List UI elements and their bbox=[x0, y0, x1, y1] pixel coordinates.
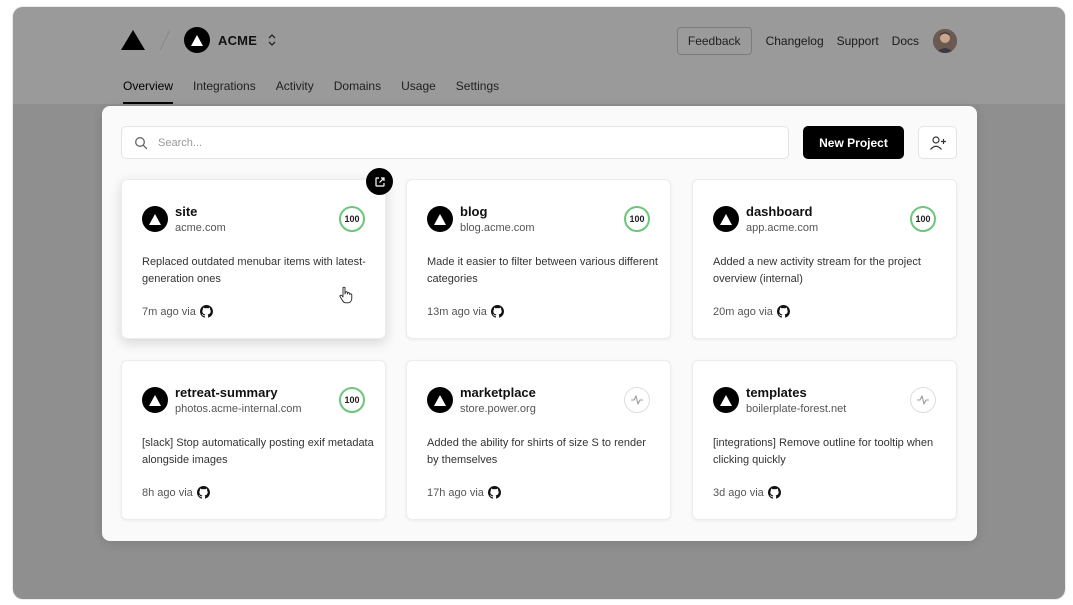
feedback-button[interactable]: Feedback bbox=[677, 27, 752, 55]
project-logo-icon bbox=[142, 206, 168, 232]
support-link[interactable]: Support bbox=[837, 34, 879, 48]
slash-divider-icon bbox=[158, 28, 172, 52]
project-name[interactable]: templates bbox=[746, 385, 807, 400]
user-avatar[interactable] bbox=[933, 29, 957, 53]
project-domain[interactable]: photos.acme-internal.com bbox=[175, 403, 302, 415]
project-commit-message: Added a new activity stream for the proj… bbox=[713, 254, 945, 288]
project-commit-message: [integrations] Remove outline for toolti… bbox=[713, 435, 945, 469]
project-updated: 20m ago via bbox=[713, 305, 790, 318]
project-card-blog[interactable]: blog blog.acme.com 100 Made it easier to… bbox=[406, 179, 671, 339]
project-commit-message: Replaced outdated menubar items with lat… bbox=[142, 254, 374, 288]
project-updated: 7m ago via bbox=[142, 305, 213, 318]
github-icon bbox=[197, 486, 210, 499]
project-updated-text: 17h ago via bbox=[427, 487, 484, 499]
project-updated: 3d ago via bbox=[713, 486, 781, 499]
project-logo-icon bbox=[713, 206, 739, 232]
project-updated: 17h ago via bbox=[427, 486, 501, 499]
github-icon bbox=[200, 305, 213, 318]
activity-status-badge[interactable] bbox=[624, 387, 650, 413]
github-icon bbox=[768, 486, 781, 499]
project-updated: 13m ago via bbox=[427, 305, 504, 318]
github-icon bbox=[488, 486, 501, 499]
open-external-button[interactable] bbox=[366, 168, 393, 195]
team-name: ACME bbox=[218, 33, 257, 48]
add-user-icon bbox=[929, 135, 947, 151]
project-name[interactable]: marketplace bbox=[460, 385, 536, 400]
project-card-marketplace[interactable]: marketplace store.power.org Added the ab… bbox=[406, 360, 671, 520]
search-bar[interactable] bbox=[121, 126, 789, 159]
project-card-site[interactable]: site acme.com 100 Replaced outdated menu… bbox=[121, 179, 386, 339]
tab-usage[interactable]: Usage bbox=[401, 73, 436, 104]
project-domain[interactable]: blog.acme.com bbox=[460, 222, 535, 234]
hand-cursor-icon bbox=[338, 286, 354, 304]
chevron-up-down-icon bbox=[267, 33, 277, 47]
top-navigation: ACME Feedback Changelog Support Docs bbox=[13, 7, 1065, 73]
project-domain[interactable]: acme.com bbox=[175, 222, 226, 234]
project-name[interactable]: retreat-summary bbox=[175, 385, 278, 400]
project-logo-icon bbox=[427, 206, 453, 232]
lighthouse-score-badge[interactable]: 100 bbox=[624, 206, 650, 232]
project-domain[interactable]: boilerplate-forest.net bbox=[746, 403, 846, 415]
project-name[interactable]: blog bbox=[460, 204, 487, 219]
header-links: Feedback Changelog Support Docs bbox=[677, 27, 957, 55]
section-tabs: Overview Integrations Activity Domains U… bbox=[123, 73, 519, 104]
project-name[interactable]: dashboard bbox=[746, 204, 812, 219]
project-logo-icon bbox=[427, 387, 453, 413]
project-commit-message: Made it easier to filter between various… bbox=[427, 254, 659, 288]
github-icon bbox=[491, 305, 504, 318]
changelog-link[interactable]: Changelog bbox=[766, 34, 824, 48]
tab-settings[interactable]: Settings bbox=[456, 73, 499, 104]
lighthouse-score-badge[interactable]: 100 bbox=[339, 206, 365, 232]
external-link-icon bbox=[374, 176, 386, 188]
team-logo-icon bbox=[184, 27, 210, 53]
project-updated-text: 13m ago via bbox=[427, 306, 487, 318]
activity-icon bbox=[916, 394, 930, 406]
activity-icon bbox=[630, 394, 644, 406]
new-project-button[interactable]: New Project bbox=[803, 126, 904, 159]
docs-link[interactable]: Docs bbox=[892, 34, 919, 48]
app-window: ACME Feedback Changelog Support Docs Ove… bbox=[13, 7, 1065, 599]
project-updated: 8h ago via bbox=[142, 486, 210, 499]
project-updated-text: 7m ago via bbox=[142, 306, 196, 318]
project-updated-text: 8h ago via bbox=[142, 487, 193, 499]
project-domain[interactable]: app.acme.com bbox=[746, 222, 818, 234]
lighthouse-score-badge[interactable]: 100 bbox=[910, 206, 936, 232]
github-icon bbox=[777, 305, 790, 318]
project-updated-text: 20m ago via bbox=[713, 306, 773, 318]
team-switcher[interactable]: ACME bbox=[184, 27, 277, 53]
project-commit-message: [slack] Stop automatically posting exif … bbox=[142, 435, 374, 469]
activity-status-badge[interactable] bbox=[910, 387, 936, 413]
search-icon bbox=[134, 136, 148, 150]
project-logo-icon bbox=[142, 387, 168, 413]
project-card-templates[interactable]: templates boilerplate-forest.net [integr… bbox=[692, 360, 957, 520]
tab-activity[interactable]: Activity bbox=[276, 73, 314, 104]
tab-domains[interactable]: Domains bbox=[334, 73, 381, 104]
project-card-retreat-summary[interactable]: retreat-summary photos.acme-internal.com… bbox=[121, 360, 386, 520]
tab-overview[interactable]: Overview bbox=[123, 73, 173, 104]
invite-member-button[interactable] bbox=[918, 126, 957, 159]
search-input[interactable] bbox=[158, 137, 758, 149]
vercel-logo-icon[interactable] bbox=[120, 29, 146, 51]
project-name[interactable]: site bbox=[175, 204, 197, 219]
tab-integrations[interactable]: Integrations bbox=[193, 73, 256, 104]
project-card-dashboard[interactable]: dashboard app.acme.com 100 Added a new a… bbox=[692, 179, 957, 339]
project-domain[interactable]: store.power.org bbox=[460, 403, 536, 415]
lighthouse-score-badge[interactable]: 100 bbox=[339, 387, 365, 413]
project-updated-text: 3d ago via bbox=[713, 487, 764, 499]
project-logo-icon bbox=[713, 387, 739, 413]
projects-panel: New Project site acme.com 100 Replaced o… bbox=[102, 106, 977, 541]
project-commit-message: Added the ability for shirts of size S t… bbox=[427, 435, 659, 469]
